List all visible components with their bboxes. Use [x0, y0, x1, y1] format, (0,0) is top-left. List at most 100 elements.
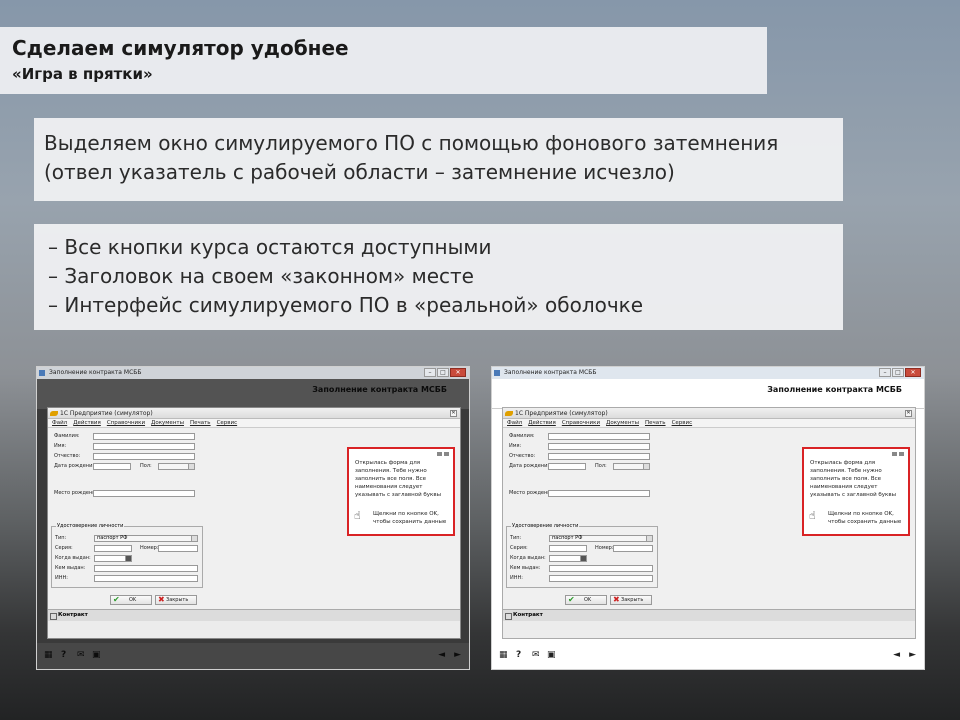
- menu-item-print[interactable]: Печать: [645, 419, 666, 427]
- gender-select[interactable]: [613, 463, 650, 470]
- grid-icon[interactable]: ▦: [44, 651, 53, 660]
- minimize-icon[interactable]: –: [879, 368, 891, 377]
- hint-close-icon[interactable]: [444, 452, 449, 456]
- close-button[interactable]: ✖ Закрыть: [610, 595, 652, 605]
- patronymic-field[interactable]: [93, 453, 195, 460]
- course-header: Заполнение контракта МСББ: [767, 385, 902, 394]
- hint-close-icon[interactable]: [899, 452, 904, 456]
- calendar-icon[interactable]: [125, 556, 131, 561]
- screenshot-dimmed: Заполнение контракта МСББ – □ ✕ Заполнен…: [36, 366, 470, 670]
- name-field[interactable]: [93, 443, 195, 450]
- issued-when-field[interactable]: [549, 555, 587, 562]
- issued-by-label: Кем выдан:: [55, 565, 86, 571]
- series-field[interactable]: [549, 545, 587, 552]
- menu-item-actions[interactable]: Действия: [528, 419, 556, 427]
- birth-place-field[interactable]: [93, 490, 195, 497]
- sim-menu: Файл Действия Справочники Документы Печа…: [503, 419, 915, 428]
- header-band: [37, 379, 469, 409]
- forward-arrow-icon[interactable]: ►: [909, 651, 916, 660]
- back-arrow-icon[interactable]: ◄: [438, 651, 445, 660]
- surname-label: Фамилия:: [54, 433, 80, 439]
- name-label: Имя:: [509, 443, 522, 449]
- app-icon: [39, 370, 45, 376]
- title-panel: Сделаем симулятор удобнее «Игра в прятки…: [0, 27, 767, 94]
- menu-item-references[interactable]: Справочники: [107, 419, 145, 427]
- print-icon[interactable]: ▣: [547, 651, 556, 660]
- id-document-group: Удостоверение личности Тип: паспорт РФ С…: [51, 523, 203, 588]
- close-button[interactable]: ✖ Закрыть: [155, 595, 197, 605]
- ok-button[interactable]: ✔ OK: [110, 595, 152, 605]
- menu-item-documents[interactable]: Документы: [606, 419, 639, 427]
- hint-action: Щелкни по кнопке OK, чтобы сохранить дан…: [828, 511, 902, 525]
- series-label: Серия:: [55, 545, 73, 551]
- cross-icon: ✖: [158, 595, 165, 604]
- print-icon[interactable]: ▣: [92, 651, 101, 660]
- maximize-icon[interactable]: □: [892, 368, 904, 377]
- menu-item-file[interactable]: Файл: [507, 419, 522, 427]
- help-icon[interactable]: ?: [516, 651, 521, 660]
- issued-when-label: Когда выдан:: [510, 555, 546, 561]
- close-label: Закрыть: [166, 597, 189, 603]
- sim-titlebar: 1С Предприятие (симулятор) ✕: [48, 408, 460, 419]
- birth-place-field[interactable]: [548, 490, 650, 497]
- bullets-panel: – Все кнопки курса остаются доступными –…: [34, 224, 843, 330]
- issued-when-field[interactable]: [94, 555, 132, 562]
- back-arrow-icon[interactable]: ◄: [893, 651, 900, 660]
- 1c-logo-icon: [50, 411, 58, 416]
- grid-icon[interactable]: ▦: [499, 651, 508, 660]
- close-icon[interactable]: ✕: [905, 410, 912, 417]
- patronymic-field[interactable]: [548, 453, 650, 460]
- mail-icon[interactable]: ✉: [77, 651, 85, 660]
- close-icon[interactable]: ✕: [450, 368, 466, 377]
- pointer-hand-icon: ☝: [354, 509, 361, 522]
- menu-item-actions[interactable]: Действия: [73, 419, 101, 427]
- help-icon[interactable]: ?: [61, 651, 66, 660]
- minimize-icon[interactable]: –: [424, 368, 436, 377]
- forward-arrow-icon[interactable]: ►: [454, 651, 461, 660]
- surname-field[interactable]: [93, 433, 195, 440]
- hint-minimize-icon[interactable]: [892, 452, 897, 456]
- issued-by-field[interactable]: [94, 565, 198, 572]
- inn-field[interactable]: [549, 575, 653, 582]
- calendar-icon[interactable]: [580, 556, 586, 561]
- gender-label: Пол:: [140, 463, 152, 469]
- birth-date-field[interactable]: [548, 463, 586, 470]
- name-field[interactable]: [548, 443, 650, 450]
- gender-select[interactable]: [158, 463, 195, 470]
- close-icon[interactable]: ✕: [450, 410, 457, 417]
- close-icon[interactable]: ✕: [905, 368, 921, 377]
- surname-field[interactable]: [548, 433, 650, 440]
- issued-by-field[interactable]: [549, 565, 653, 572]
- hint-controls: [437, 452, 449, 456]
- menu-item-file[interactable]: Файл: [52, 419, 67, 427]
- sim-footer-tab[interactable]: Контракт: [48, 609, 460, 621]
- sim-window: 1С Предприятие (симулятор) ✕ Файл Действ…: [47, 407, 461, 639]
- birth-date-field[interactable]: [93, 463, 131, 470]
- menu-item-documents[interactable]: Документы: [151, 419, 184, 427]
- maximize-icon[interactable]: □: [437, 368, 449, 377]
- mail-icon[interactable]: ✉: [532, 651, 540, 660]
- hint-minimize-icon[interactable]: [437, 452, 442, 456]
- menu-item-references[interactable]: Справочники: [562, 419, 600, 427]
- menu-item-service[interactable]: Сервис: [672, 419, 693, 427]
- number-field[interactable]: [613, 545, 653, 552]
- course-header: Заполнение контракта МСББ: [312, 385, 447, 394]
- series-field[interactable]: [94, 545, 132, 552]
- id-document-group: Удостоверение личности Тип: паспорт РФ С…: [506, 523, 658, 588]
- ok-button[interactable]: ✔ OK: [565, 595, 607, 605]
- birth-date-label: Дата рождения:: [54, 463, 98, 469]
- menu-item-print[interactable]: Печать: [190, 419, 211, 427]
- inn-label: ИНН:: [510, 575, 523, 581]
- window-title: Заполнение контракта МСББ: [49, 369, 142, 376]
- type-select[interactable]: паспорт РФ: [94, 535, 198, 542]
- type-select[interactable]: паспорт РФ: [549, 535, 653, 542]
- inn-field[interactable]: [94, 575, 198, 582]
- number-field[interactable]: [158, 545, 198, 552]
- hint-action: Щелкни по кнопке OK, чтобы сохранить дан…: [373, 511, 447, 525]
- window-titlebar: Заполнение контракта МСББ – □ ✕: [492, 367, 924, 379]
- menu-item-service[interactable]: Сервис: [217, 419, 238, 427]
- issued-when-label: Когда выдан:: [55, 555, 91, 561]
- sim-footer-tab[interactable]: Контракт: [503, 609, 915, 621]
- birth-date-label: Дата рождения:: [509, 463, 553, 469]
- window-title: Заполнение контракта МСББ: [504, 369, 597, 376]
